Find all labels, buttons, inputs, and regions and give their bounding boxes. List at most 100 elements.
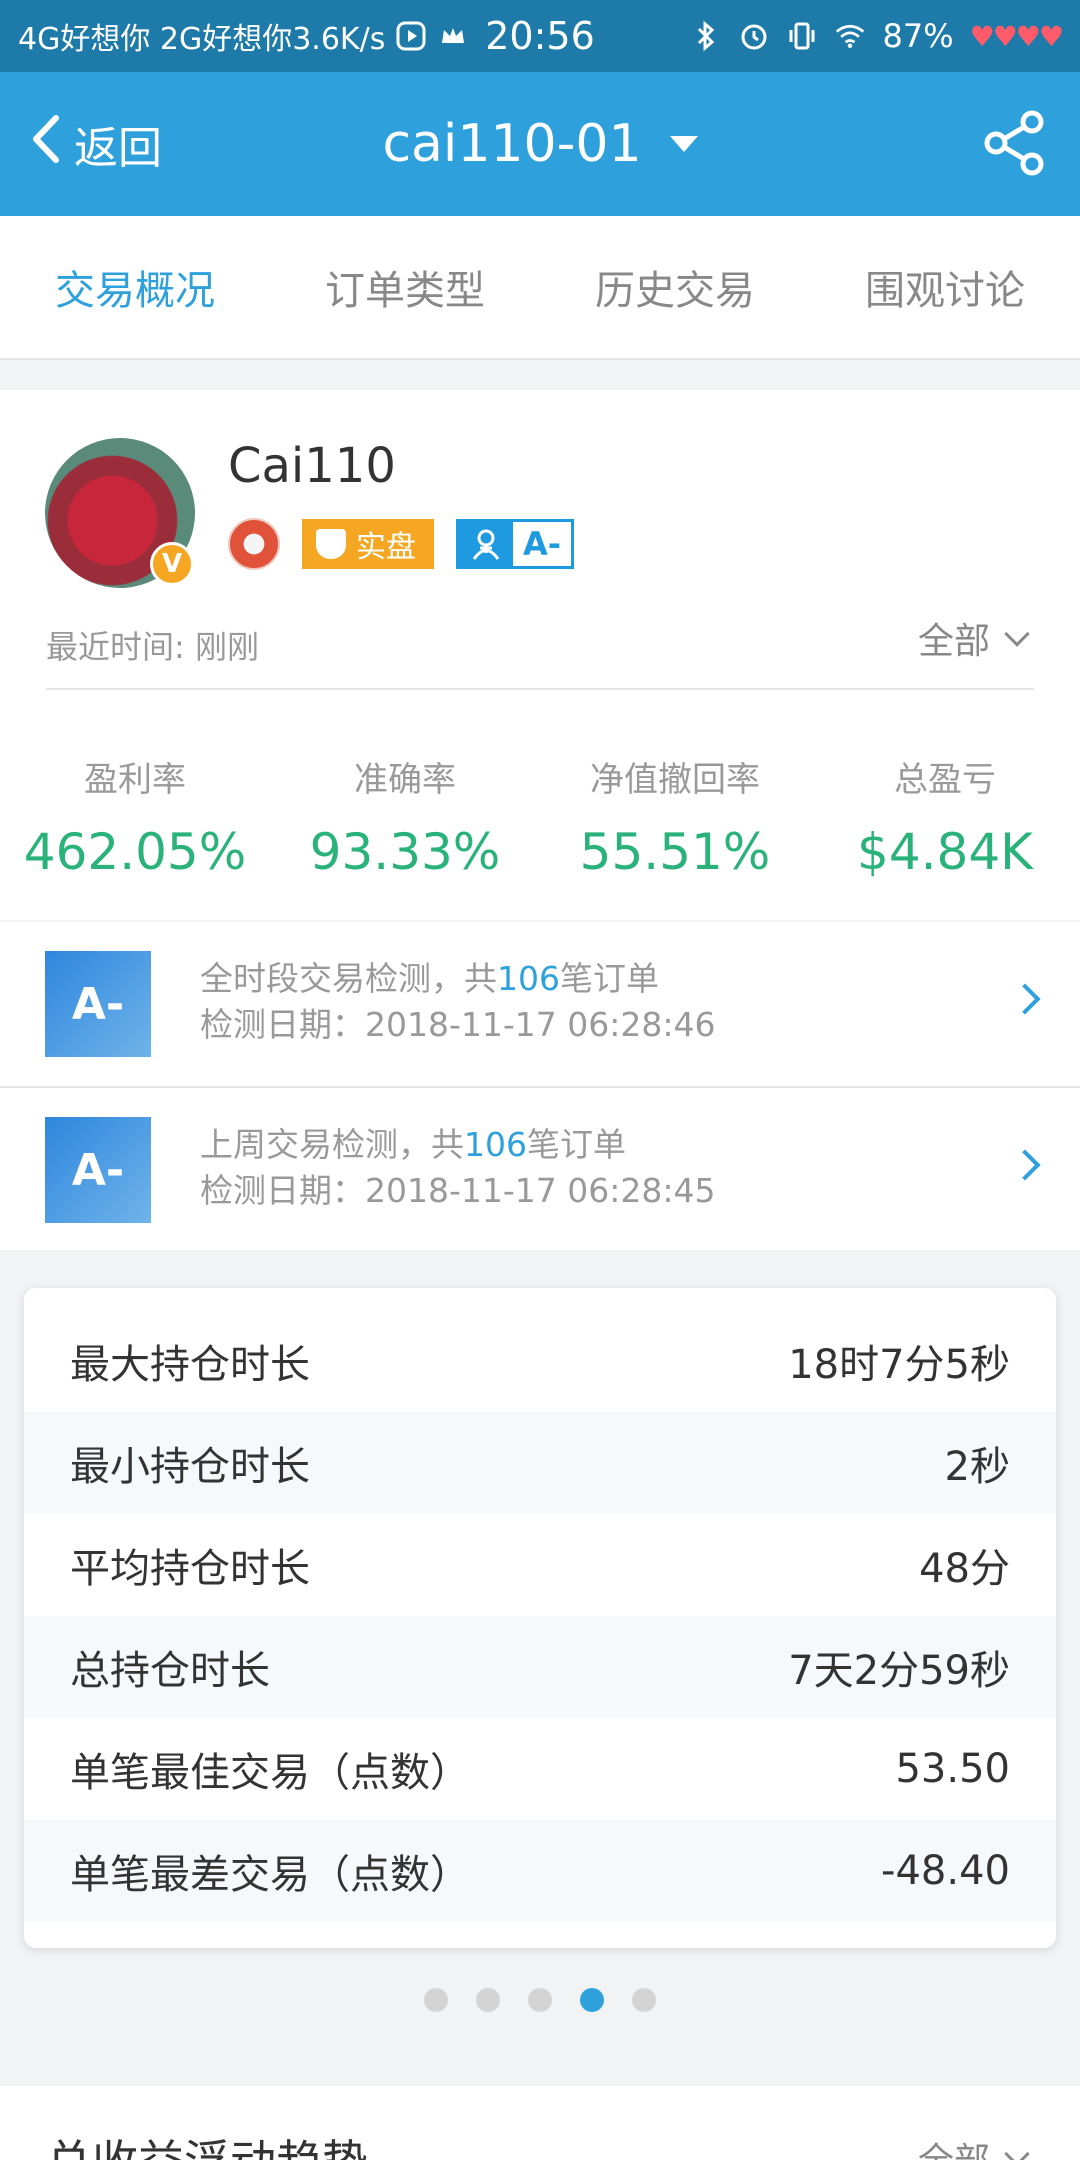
page-title: cai110-01 — [382, 114, 642, 174]
status-bar: 4G好想你 2G好想你3.6K/s 20:56 87% ♥♥♥♥ — [0, 0, 1080, 72]
share-button[interactable] — [980, 108, 1050, 178]
profile-card: V Cai110 实盘 A- 最近时间: 刚刚 全部 盈利率 462.05% 准… — [0, 390, 1080, 920]
stat-accuracy: 准确率 93.33% — [270, 752, 540, 881]
range-label: 全部 — [918, 2132, 990, 2160]
stat-row-avg-holding: 平均持仓时长 48分 — [24, 1514, 1056, 1616]
stat-profit-rate: 盈利率 462.05% — [0, 752, 270, 881]
detection-list: A- 全时段交易检测，共106笔订单 检测日期：2018-11-17 06:28… — [0, 922, 1080, 1250]
holding-stats-card[interactable]: 最大持仓时长 18时7分5秒 最小持仓时长 2秒 平均持仓时长 48分 总持仓时… — [24, 1288, 1056, 1948]
stat-row-label: 单笔最差交易（点数） — [70, 1852, 470, 1898]
shield-icon — [316, 529, 346, 559]
page-dot[interactable] — [476, 1988, 500, 2012]
grade-image: A- — [45, 951, 151, 1057]
range-select[interactable]: 全部 — [917, 612, 1030, 664]
tab-discussion[interactable]: 围观讨论 — [810, 216, 1080, 358]
stats-row: 盈利率 462.05% 准确率 93.33% 净值撤回率 55.51% 总盈亏 … — [0, 752, 1080, 881]
detection-suffix: 笔订单 — [560, 959, 659, 998]
stat-row-value: 18时7分5秒 — [788, 1342, 1010, 1388]
grade-badge: A- — [456, 519, 575, 569]
detection-summary: 全时段交易检测，共106笔订单 — [200, 956, 715, 1002]
stat-row-max-holding: 最大持仓时长 18时7分5秒 — [24, 1310, 1056, 1412]
page-dot[interactable] — [528, 1988, 552, 2012]
detection-date: 检测日期：2018-11-17 06:28:45 — [200, 1171, 716, 1210]
section-title: 总收益浮动趋势 — [46, 2126, 368, 2160]
stat-value: 462.05% — [23, 823, 247, 881]
order-count: 106 — [464, 1125, 527, 1164]
username: Cai110 — [228, 438, 396, 494]
tab-bar: 交易概况 订单类型 历史交易 围观讨论 — [0, 216, 1080, 360]
detection-suffix: 笔订单 — [527, 1125, 626, 1164]
real-account-label: 实盘 — [356, 530, 416, 565]
app-header: 返回 cai110-01 — [0, 72, 1080, 216]
stat-row-value: 48分 — [919, 1546, 1010, 1592]
stat-drawdown: 净值撤回率 55.51% — [540, 752, 810, 881]
range-label: 全部 — [917, 621, 990, 662]
chevron-down-icon — [1004, 2141, 1030, 2160]
order-count: 106 — [497, 959, 560, 998]
stat-row-label: 单笔最佳交易（点数） — [70, 1750, 470, 1796]
stat-row-worst-trade: 单笔最差交易（点数） -48.40 — [24, 1820, 1056, 1922]
divider — [46, 688, 1034, 690]
stat-row-best-trade: 单笔最佳交易（点数） 53.50 — [24, 1718, 1056, 1820]
network-status: 4G好想你 2G好想你3.6K/s — [18, 22, 386, 57]
stat-label: 准确率 — [354, 760, 456, 800]
crown-icon — [437, 20, 469, 52]
badge-row: 实盘 A- — [228, 518, 575, 570]
verified-badge-icon: V — [150, 542, 194, 586]
stat-value: $4.84K — [857, 823, 1033, 881]
detection-text: 上周交易检测，共106笔订单 检测日期：2018-11-17 06:28:45 — [200, 1122, 715, 1214]
page-dot[interactable] — [632, 1988, 656, 2012]
play-icon — [395, 20, 427, 52]
stat-row-value: 2秒 — [944, 1444, 1010, 1490]
battery-percent: 87% — [882, 17, 954, 55]
stat-label: 盈利率 — [84, 760, 186, 800]
stat-total-pnl: 总盈亏 $4.84K — [810, 752, 1080, 881]
wifi-icon — [834, 20, 866, 52]
stat-label: 净值撤回率 — [590, 760, 760, 800]
tab-trade-overview[interactable]: 交易概况 — [0, 216, 270, 358]
stat-row-value: 7天2分59秒 — [788, 1648, 1010, 1694]
detection-prefix: 上周交易检测，共 — [200, 1125, 464, 1164]
stat-row-value: -48.40 — [881, 1848, 1010, 1894]
stat-row-min-holding: 最小持仓时长 2秒 — [24, 1412, 1056, 1514]
chevron-right-icon — [1009, 983, 1041, 1015]
stat-label: 总盈亏 — [894, 760, 996, 800]
detection-row-last-week[interactable]: A- 上周交易检测，共106笔订单 检测日期：2018-11-17 06:28:… — [0, 1086, 1080, 1250]
share-icon — [984, 110, 1044, 176]
trend-range-select[interactable]: 全部 — [918, 2132, 1030, 2160]
broker-logo-icon — [228, 518, 280, 570]
recent-time: 最近时间: 刚刚 — [46, 628, 259, 666]
detection-prefix: 全时段交易检测，共 — [200, 959, 497, 998]
stat-row-label: 最小持仓时长 — [70, 1444, 310, 1490]
stat-row-label: 最大持仓时长 — [70, 1342, 310, 1388]
detection-summary: 上周交易检测，共106笔订单 — [200, 1122, 715, 1168]
stat-row-label: 总持仓时长 — [70, 1648, 270, 1694]
status-left: 4G好想你 2G好想你3.6K/s — [18, 14, 469, 58]
stat-row-value: 53.50 — [895, 1746, 1010, 1792]
detection-row-all-time[interactable]: A- 全时段交易检测，共106笔订单 检测日期：2018-11-17 06:28… — [0, 922, 1080, 1086]
grade-label: A- — [513, 522, 572, 566]
alarm-icon — [738, 20, 770, 52]
stat-value: 93.33% — [309, 823, 501, 881]
detection-date: 检测日期：2018-11-17 06:28:46 — [200, 1005, 716, 1044]
person-icon — [459, 522, 513, 566]
real-account-badge: 实盘 — [302, 519, 434, 569]
vibrate-icon — [786, 20, 818, 52]
status-right: 87% ♥♥♥♥ — [690, 17, 1064, 55]
profit-trend-section: 总收益浮动趋势 全部 — [0, 2086, 1080, 2160]
page-dot[interactable] — [424, 1988, 448, 2012]
tab-order-types[interactable]: 订单类型 — [270, 216, 540, 358]
grade-image: A- — [45, 1117, 151, 1223]
chevron-down-icon — [1004, 621, 1030, 647]
tab-trade-history[interactable]: 历史交易 — [540, 216, 810, 358]
account-selector[interactable]: cai110-01 — [0, 72, 1080, 216]
detection-text: 全时段交易检测，共106笔订单 检测日期：2018-11-17 06:28:46 — [200, 956, 715, 1048]
page-indicator — [0, 1988, 1080, 2012]
page-dot-active[interactable] — [580, 1988, 604, 2012]
battery-hearts-icon: ♥♥♥♥ — [969, 19, 1064, 53]
dropdown-caret-icon — [669, 136, 698, 152]
stat-row-total-holding: 总持仓时长 7天2分59秒 — [24, 1616, 1056, 1718]
stat-row-label: 平均持仓时长 — [70, 1546, 310, 1592]
stat-value: 55.51% — [579, 823, 771, 881]
bluetooth-icon — [690, 20, 722, 52]
